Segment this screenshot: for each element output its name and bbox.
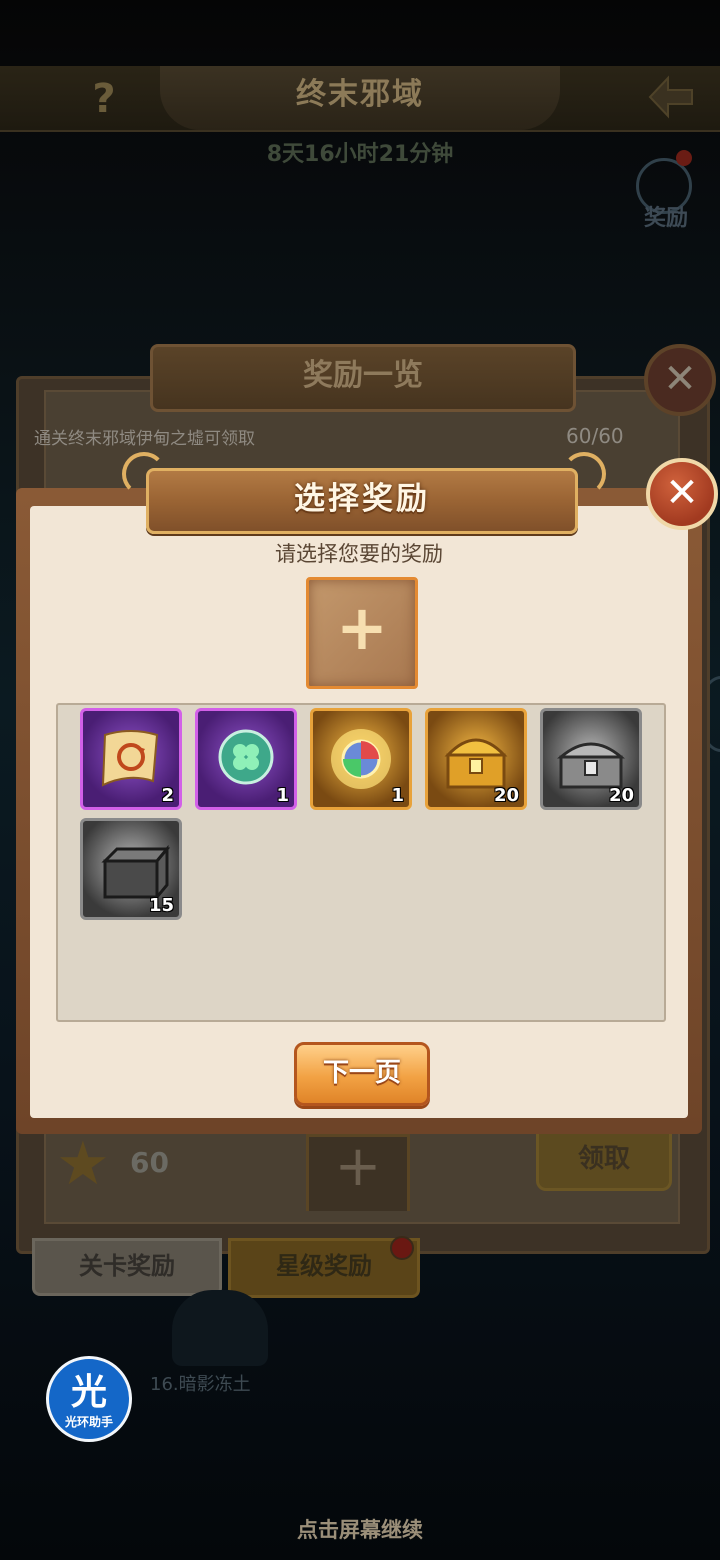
page-title-plate: 终末邪域 bbox=[160, 66, 560, 130]
reward-button[interactable]: 奖励 bbox=[632, 150, 696, 231]
reward-grid: 2 1 1 20 20 15 bbox=[56, 703, 666, 1022]
stage-node-icon bbox=[172, 1290, 268, 1366]
assistant-float-button[interactable]: 光 光环助手 bbox=[46, 1356, 132, 1442]
rewards-overview-title: 奖励一览 bbox=[303, 358, 423, 393]
dialog-banner: 选择奖励 bbox=[146, 468, 578, 534]
reward-slot[interactable]: + bbox=[306, 1134, 410, 1211]
back-arrow-icon[interactable] bbox=[646, 74, 696, 120]
reward-item-clover-orb[interactable]: 1 bbox=[195, 708, 297, 810]
assistant-label: 光环助手 bbox=[64, 1415, 113, 1429]
dialog-prompt: 请选择您要的奖励 bbox=[275, 542, 443, 566]
rewards-overview-banner: 奖励一览 bbox=[150, 344, 576, 412]
help-icon[interactable]: ? bbox=[84, 76, 124, 122]
reward-condition: 通关终末邪域伊甸之墟可领取 bbox=[34, 429, 255, 449]
page-title: 终末邪域 bbox=[296, 77, 424, 112]
item-count: 20 bbox=[608, 785, 634, 806]
reward-item-scroll[interactable]: 2 bbox=[80, 708, 182, 810]
reward-progress: 60/60 bbox=[566, 424, 624, 448]
item-count: 1 bbox=[391, 785, 404, 806]
reward-item-silver-chest[interactable]: 20 bbox=[540, 708, 642, 810]
tab-stage-rewards[interactable]: 关卡奖励 bbox=[32, 1238, 222, 1296]
reward-item-gold-chest[interactable]: 20 bbox=[425, 708, 527, 810]
stage-label: 16.暗影冻土 bbox=[150, 1374, 251, 1395]
plus-icon: + bbox=[336, 591, 388, 664]
reward-item-rainbow-orb[interactable]: 1 bbox=[310, 708, 412, 810]
item-count: 1 bbox=[276, 785, 289, 806]
plus-icon: + bbox=[334, 1134, 382, 1199]
item-count: 15 bbox=[148, 895, 174, 916]
continue-hint[interactable]: 点击屏幕继续 bbox=[0, 1514, 720, 1544]
reward-button-label: 奖励 bbox=[643, 206, 688, 231]
star-icon: ★ bbox=[56, 1129, 110, 1199]
event-timer: 8天16小时21分钟 bbox=[266, 142, 454, 167]
selected-reward-slot[interactable]: + bbox=[306, 577, 418, 689]
notification-dot bbox=[390, 1236, 414, 1260]
next-page-button[interactable]: 下一页 bbox=[294, 1042, 430, 1106]
dialog-close-button[interactable]: ✕ bbox=[646, 458, 718, 530]
star-count: 60 bbox=[130, 1146, 169, 1179]
notification-dot bbox=[676, 150, 692, 166]
assistant-logo: 光 bbox=[70, 1372, 107, 1413]
dialog-title: 选择奖励 bbox=[294, 481, 430, 517]
overview-close-button[interactable]: ✕ bbox=[644, 344, 716, 416]
item-count: 20 bbox=[493, 785, 519, 806]
item-count: 2 bbox=[161, 785, 174, 806]
claim-button[interactable]: 领取 bbox=[536, 1134, 672, 1191]
reward-item-iron-box[interactable]: 15 bbox=[80, 818, 182, 920]
